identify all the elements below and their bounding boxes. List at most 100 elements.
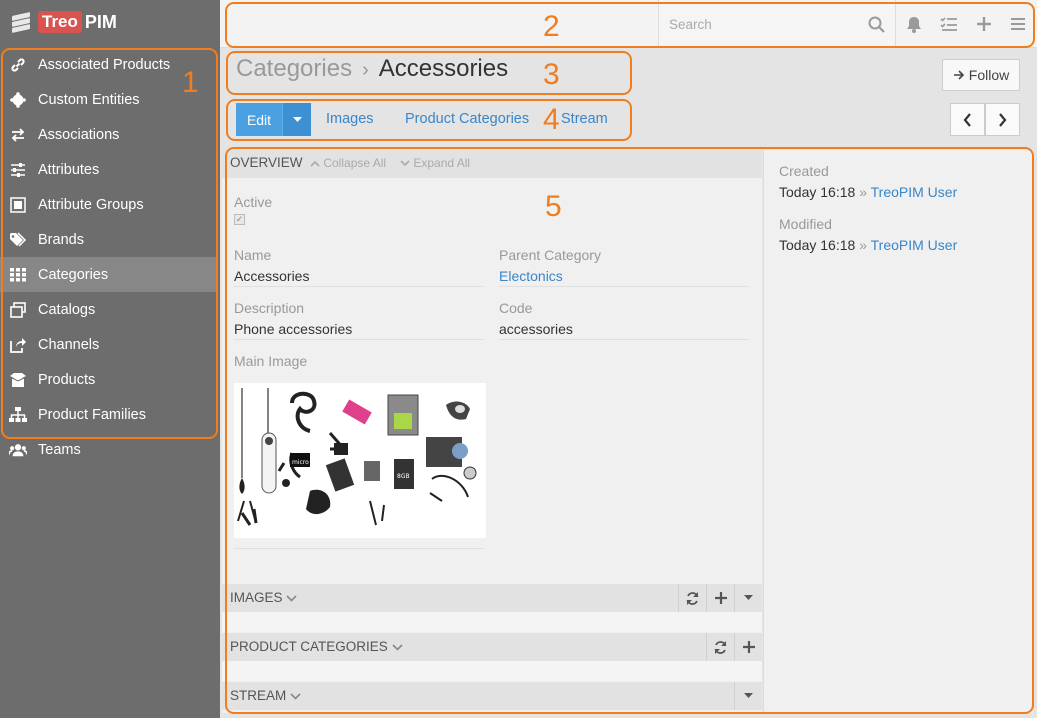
sidebar-item-label: Categories [38,266,109,283]
images-panel-menu-button[interactable] [734,584,762,612]
tab-product-categories[interactable]: Product Categories [405,111,529,127]
stream-panel-menu-button[interactable] [734,682,762,710]
sitemap-icon [9,406,27,424]
sidebar-item-label: Teams [38,441,81,458]
plus-icon[interactable] [974,14,994,34]
sidebar-item-catalogs[interactable]: Catalogs [0,292,218,327]
stream-panel-title[interactable]: STREAM [230,688,301,703]
refresh-icon [714,640,727,654]
arrow-right-icon [953,70,964,80]
sidebar-item-attributes[interactable]: Attributes [0,152,218,187]
stream-panel-header: STREAM [222,682,762,710]
created-time: Today 16:18 [779,184,856,200]
annotation-number-1: 1 [182,66,199,99]
sidebar-item-label: Custom Entities [38,91,140,108]
product-categories-panel-title[interactable]: PRODUCT CATEGORIES [230,639,403,654]
caret-down-icon [292,116,302,122]
next-record-button[interactable] [985,103,1020,136]
sidebar-item-label: Brands [38,231,84,248]
collapse-all-link[interactable]: Collapse All [310,156,386,170]
sidebar-item-associations[interactable]: Associations [0,117,218,152]
sidebar-item-channels[interactable]: Channels [0,327,218,362]
separator: » [859,184,867,200]
app-logo[interactable]: Treo PIM [10,10,117,34]
box-icon [9,371,27,389]
chevron-left-icon [963,112,971,127]
sidebar-item-product-families[interactable]: Product Families [0,397,218,432]
created-value: Today 16:18 » TreoPIM User [779,184,957,200]
grid-icon [9,266,27,284]
edit-dropdown-toggle[interactable] [282,103,311,136]
add-product-category-button[interactable] [734,633,762,661]
refresh-icon [686,591,699,605]
follow-button[interactable]: Follow [942,59,1020,91]
svg-text:8GB: 8GB [397,473,410,480]
sidebar-item-label: Product Families [38,406,146,423]
sidebar-item-categories[interactable]: Categories [0,257,218,292]
stack-icon [9,301,27,319]
images-panel-title[interactable]: IMAGES [230,590,297,605]
sidebar-item-attribute-groups[interactable]: Attribute Groups [0,187,218,222]
sidebar-item-brands[interactable]: Brands [0,222,218,257]
edit-button[interactable]: Edit [236,103,282,136]
menu-icon[interactable] [1008,14,1028,34]
separator: » [859,237,867,253]
users-icon [9,441,27,459]
previous-record-button[interactable] [950,103,985,136]
chevron-down-icon [290,693,301,700]
divider [234,286,484,287]
logo-mark-icon [10,12,32,33]
divider [499,339,749,340]
stream-panel-title-text: STREAM [230,688,287,703]
sidebar-item-products[interactable]: Products [0,362,218,397]
parent-category-link[interactable]: Electonics [499,268,563,284]
breadcrumb-parent-link[interactable]: Categories [236,55,352,82]
main-image-label: Main Image [234,353,308,369]
follow-label: Follow [968,67,1010,83]
page-title: Accessories [378,55,509,82]
modified-user-link[interactable]: TreoPIM User [871,237,958,253]
chevron-up-icon [310,160,320,167]
tab-images[interactable]: Images [326,111,374,127]
task-list-icon[interactable] [939,14,959,34]
sidebar-item-label: Channels [38,336,100,353]
notification-bell-icon[interactable] [904,14,924,34]
expand-all-label: Expand All [413,156,471,170]
annotation-number-3: 3 [543,58,560,91]
arrows-icon [9,126,27,144]
divider [499,286,749,287]
sidebar-item-label: Associated Products [38,56,171,73]
code-value: accessories [499,321,573,337]
expand-all-link[interactable]: Expand All [400,156,470,170]
sidebar-item-label: Attribute Groups [38,196,144,213]
sidebar-item-label: Associations [38,126,120,143]
puzzle-icon [9,91,27,109]
refresh-button[interactable] [706,633,734,661]
overview-title: OVERVIEW [230,155,303,170]
refresh-button[interactable] [678,584,706,612]
plus-icon [714,592,727,604]
add-image-button[interactable] [706,584,734,612]
product-categories-panel-header: PRODUCT CATEGORIES [222,633,762,661]
images-panel-body [222,612,762,632]
created-user-link[interactable]: TreoPIM User [871,184,958,200]
edit-label: Edit [246,111,272,128]
sidebar: Treo PIM Associated Products Custom Enti… [0,0,220,718]
svg-text:micro: micro [292,459,309,466]
group-icon [9,196,27,214]
search-icon[interactable] [866,14,886,34]
caret-down-icon [744,595,753,600]
active-checkbox: ✓ [234,214,245,225]
sidebar-item-teams[interactable]: Teams [0,432,218,467]
modified-value: Today 16:18 » TreoPIM User [779,237,957,253]
annotation-number-4: 4 [543,103,560,136]
chevron-down-icon [286,595,297,602]
tab-stream[interactable]: Stream [561,111,608,127]
search-input[interactable] [659,0,849,48]
divider [234,339,484,340]
main-image[interactable]: micro 8GB [234,383,486,538]
sliders-icon [9,161,27,179]
description-value: Phone accessories [234,321,353,337]
active-label: Active [234,194,273,210]
caret-down-icon [744,693,753,698]
